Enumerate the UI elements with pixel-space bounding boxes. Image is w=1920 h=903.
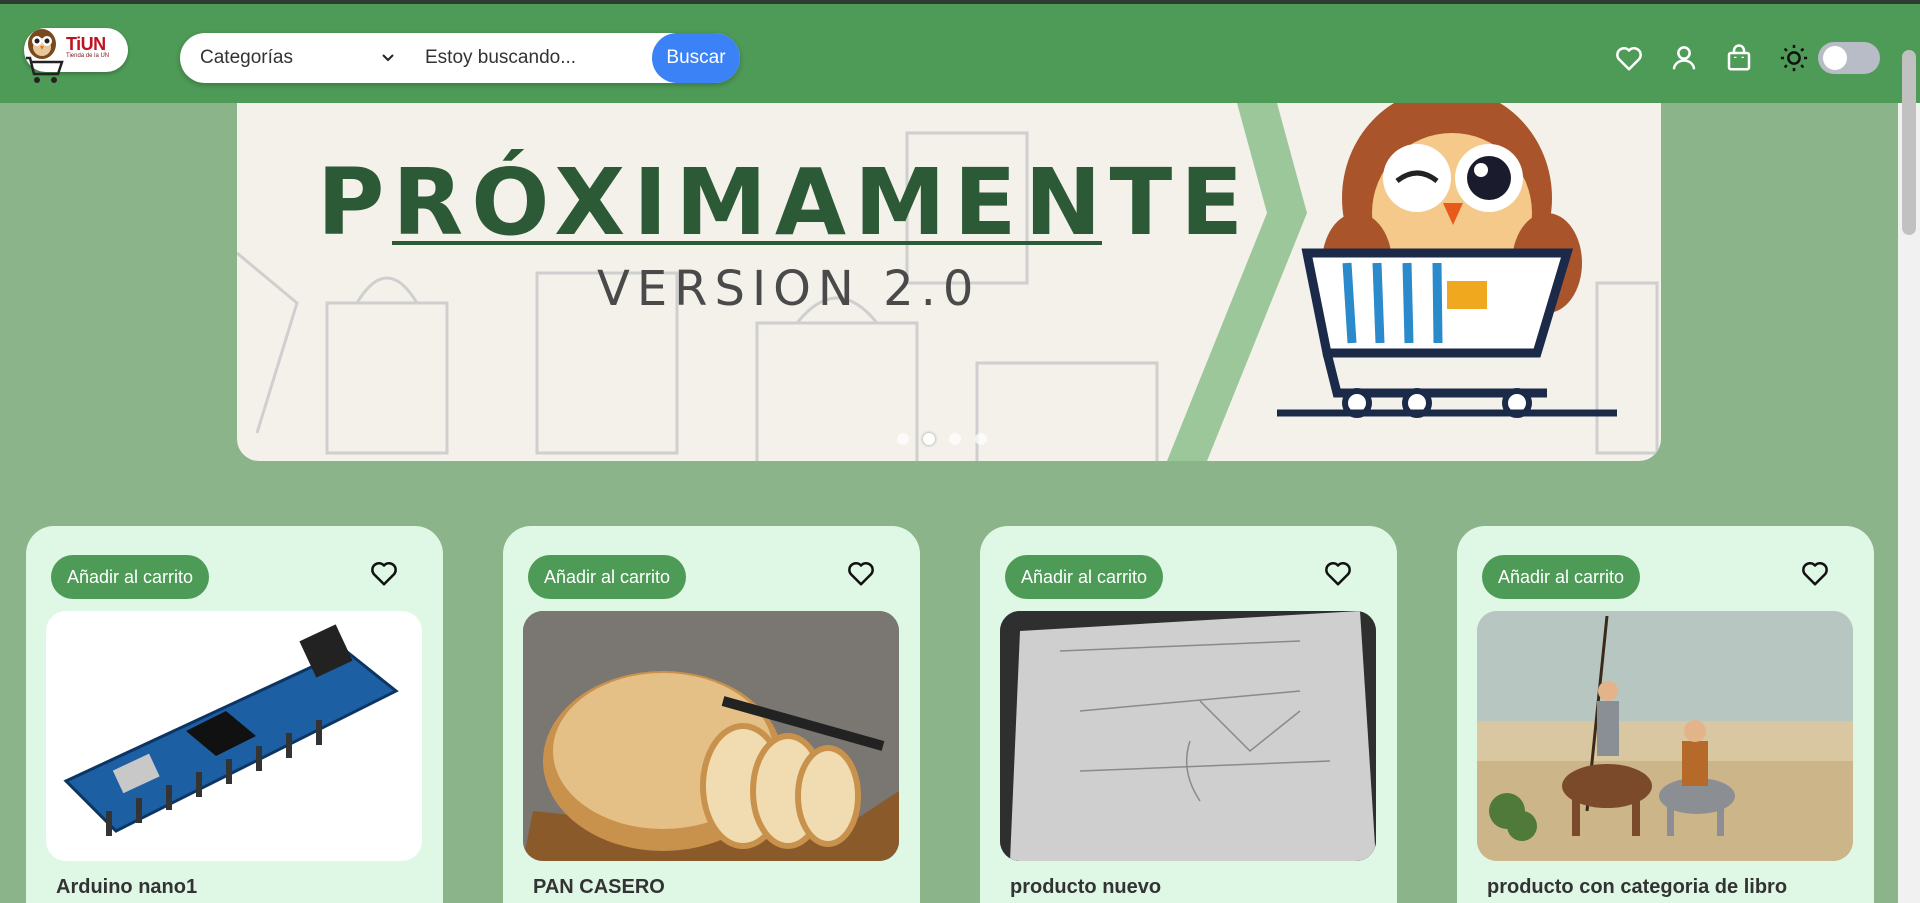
- add-to-cart-button[interactable]: Añadir al carrito: [1482, 555, 1640, 599]
- search-input[interactable]: [425, 33, 645, 83]
- product-name[interactable]: producto nuevo: [1010, 876, 1161, 899]
- owl-in-shopping-cart-illustration: [1277, 103, 1617, 418]
- product-image[interactable]: [523, 611, 899, 861]
- sun-icon[interactable]: [1779, 43, 1809, 73]
- user-icon[interactable]: [1669, 43, 1699, 73]
- product-image[interactable]: [46, 611, 422, 861]
- theme-toggle[interactable]: [1818, 42, 1880, 74]
- carousel-dot-active[interactable]: [923, 433, 935, 445]
- navbar: TiUN Tienda de la UN Categorías Buscar: [0, 4, 1920, 103]
- don-quixote-illustration: [1477, 611, 1853, 861]
- product-image[interactable]: [1477, 611, 1853, 861]
- logo-subtitle: Tienda de la UN: [66, 53, 110, 59]
- heart-icon[interactable]: [1614, 43, 1644, 73]
- bread-image: [523, 611, 899, 861]
- arduino-board-image: [63, 624, 399, 836]
- carousel-banner[interactable]: PRÓXIMAMENTE VERSION 2.0: [237, 103, 1661, 461]
- product-name[interactable]: PAN CASERO: [533, 876, 665, 899]
- add-to-cart-button[interactable]: Añadir al carrito: [528, 555, 686, 599]
- category-select[interactable]: Categorías: [200, 33, 400, 83]
- logo[interactable]: TiUN Tienda de la UN: [20, 22, 128, 86]
- carousel-dot[interactable]: [975, 433, 987, 445]
- logo-text: TiUN: [66, 34, 106, 54]
- heart-icon[interactable]: [846, 558, 876, 588]
- chevron-down-icon[interactable]: [378, 47, 398, 67]
- product-card: Añadir al carrito PAN CASERO: [503, 526, 920, 903]
- carousel-dot[interactable]: [897, 433, 909, 445]
- product-card: Añadir al carrito Arduino nano1: [26, 526, 443, 903]
- search-bar: Categorías Buscar: [180, 33, 740, 83]
- owl-cart-logo-icon: [26, 29, 64, 83]
- shopping-bag-icon[interactable]: [1724, 43, 1754, 73]
- product-name[interactable]: producto con categoria de libro: [1487, 876, 1787, 899]
- heart-icon[interactable]: [369, 558, 399, 588]
- banner-title: PRÓXIMAMENTE: [317, 149, 1252, 256]
- add-to-cart-button[interactable]: Añadir al carrito: [51, 555, 209, 599]
- carousel-indicators: [897, 433, 987, 445]
- product-name[interactable]: Arduino nano1: [56, 876, 197, 899]
- heart-icon[interactable]: [1800, 558, 1830, 588]
- scrollbar-thumb[interactable]: [1902, 50, 1916, 235]
- toggle-knob: [1823, 46, 1847, 70]
- banner-subtitle: VERSION 2.0: [597, 261, 981, 317]
- heart-icon[interactable]: [1323, 558, 1353, 588]
- search-button[interactable]: Buscar: [652, 33, 740, 83]
- sketch-paper-image: [1000, 611, 1376, 861]
- product-card: Añadir al carrito producto nuevo: [980, 526, 1397, 903]
- product-image[interactable]: [1000, 611, 1376, 861]
- add-to-cart-button[interactable]: Añadir al carrito: [1005, 555, 1163, 599]
- product-card: Añadir al carrito producto con categoria…: [1457, 526, 1874, 903]
- banner-title-underline: [392, 241, 1102, 245]
- carousel-dot[interactable]: [949, 433, 961, 445]
